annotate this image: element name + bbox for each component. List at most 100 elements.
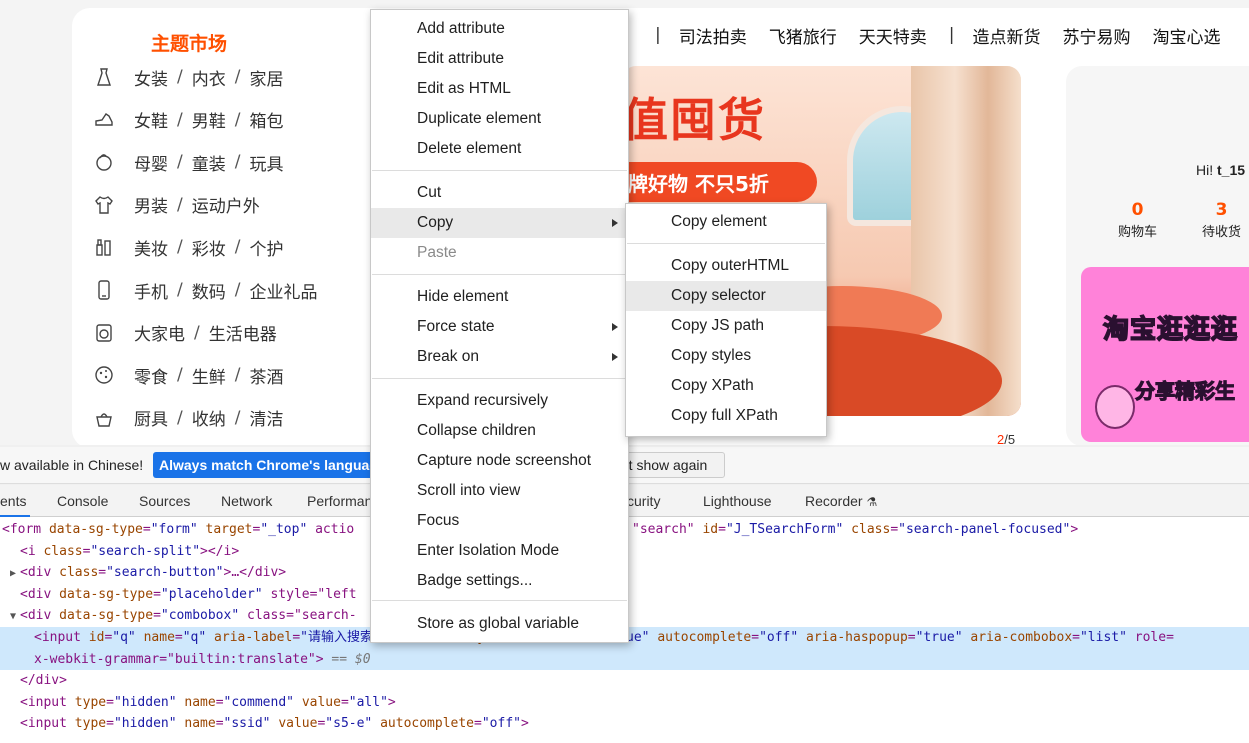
category-link[interactable]: 生活电器 [209, 320, 277, 345]
menu-item-label: Enter Isolation Mode [417, 542, 560, 559]
category-separator: / [194, 322, 200, 343]
category-row: 零食 / 生鲜 / 茶酒 [92, 362, 283, 388]
category-link[interactable]: 童装 [192, 150, 226, 175]
nav-divider: | [948, 25, 955, 45]
submenu-item-label: Copy selector [671, 287, 766, 304]
category-link[interactable]: 家居 [249, 65, 283, 90]
menu-item-enter-isolation-mode[interactable]: Enter Isolation Mode [371, 536, 628, 566]
menu-item-edit-as-html[interactable]: Edit as HTML [371, 74, 628, 104]
category-link[interactable]: 彩妆 [192, 235, 226, 260]
category-link[interactable]: 生鲜 [192, 363, 226, 388]
category-link[interactable]: 男装 [134, 192, 168, 217]
menu-item-collapse-children[interactable]: Collapse children [371, 416, 628, 446]
nav-link-travel[interactable]: 飞猪旅行 [769, 23, 837, 48]
expand-triangle-icon[interactable]: ▼ [10, 606, 20, 627]
guangguang-promo[interactable]: 淘宝逛逛逛 分享精彩生 [1081, 267, 1249, 442]
category-link[interactable]: 箱包 [249, 107, 283, 132]
expand-triangle-icon[interactable]: ▶ [10, 563, 20, 584]
category-link[interactable]: 母婴 [134, 150, 168, 175]
category-link[interactable]: 厨具 [134, 405, 168, 430]
menu-item-label: Edit as HTML [417, 80, 511, 97]
category-link[interactable]: 茶酒 [249, 363, 283, 388]
menu-item-break-on[interactable]: Break on [371, 342, 628, 372]
category-link[interactable]: 清洁 [249, 405, 283, 430]
menu-item-copy[interactable]: Copy [371, 208, 628, 238]
dom-tree-line[interactable]: x-webkit-grammar="builtin:translate"> ==… [0, 648, 1249, 671]
tab-recorder[interactable]: Recorder ⚗ [805, 493, 877, 509]
expand-triangle-icon [10, 671, 20, 692]
category-link[interactable]: 美妆 [134, 235, 168, 260]
submenu-item-copy-xpath[interactable]: Copy XPath [626, 371, 826, 401]
tab-network[interactable]: Network [221, 493, 272, 509]
dom-tree-line[interactable]: <input type="hidden" name="ssid" value="… [0, 713, 1249, 735]
submenu-item-copy-styles[interactable]: Copy styles [626, 341, 826, 371]
tab-elements[interactable]: ents [0, 485, 30, 517]
submenu-item-copy-outerhtml[interactable]: Copy outerHTML [626, 251, 826, 281]
pending-count: 3 [1215, 200, 1228, 220]
submenu-item-label: Copy styles [671, 347, 752, 364]
nav-link-auction[interactable]: 司法拍卖 [679, 23, 747, 48]
menu-item-delete-element[interactable]: Delete element [371, 134, 628, 164]
category-link[interactable]: 运动户外 [192, 192, 260, 217]
shoe-icon [92, 108, 116, 132]
cart-stat[interactable]: 0 购物车 [1118, 200, 1157, 240]
menu-item-store-as-global-variable[interactable]: Store as global variable [371, 609, 628, 639]
nav-link-suning[interactable]: 苏宁易购 [1062, 23, 1130, 48]
menu-item-edit-attribute[interactable]: Edit attribute [371, 44, 628, 74]
category-link[interactable]: 数码 [192, 278, 226, 303]
menu-item-hide-element[interactable]: Hide element [371, 282, 628, 312]
category-link[interactable]: 手机 [134, 278, 168, 303]
category-link[interactable]: 企业礼品 [249, 278, 317, 303]
kitchen-icon [92, 406, 116, 430]
tab-performance[interactable]: Performan [307, 493, 372, 509]
tab-security[interactable]: curity [627, 493, 660, 509]
category-separator: / [177, 407, 183, 428]
user-greeting: Hi! t_15 [1196, 162, 1245, 178]
tab-recorder-label: Recorder [805, 493, 863, 509]
pending-stat[interactable]: 3 待收货 [1202, 200, 1241, 240]
category-row: 手机 / 数码 / 企业礼品 [92, 277, 317, 303]
menu-item-force-state[interactable]: Force state [371, 312, 628, 342]
menu-item-label: Edit attribute [417, 50, 505, 67]
menu-item-duplicate-element[interactable]: Duplicate element [371, 104, 628, 134]
category-row: 母婴 / 童装 / 玩具 [92, 149, 283, 175]
submenu-arrow-icon [612, 353, 618, 361]
tab-console[interactable]: Console [57, 493, 108, 509]
menu-item-label: Force state [417, 318, 495, 335]
category-link[interactable]: 玩具 [249, 150, 283, 175]
category-link[interactable]: 内衣 [192, 65, 226, 90]
menu-separator [372, 600, 627, 601]
dom-tree-line[interactable]: </div> [0, 670, 1249, 692]
menu-item-focus[interactable]: Focus [371, 506, 628, 536]
menu-item-scroll-into-view[interactable]: Scroll into view [371, 476, 628, 506]
always-match-language-button[interactable]: Always match Chrome's language [153, 452, 373, 478]
category-link[interactable]: 零食 [134, 363, 168, 388]
category-link[interactable]: 收纳 [192, 405, 226, 430]
submenu-item-copy-selector[interactable]: Copy selector [626, 281, 826, 311]
menu-item-capture-node-screenshot[interactable]: Capture node screenshot [371, 446, 628, 476]
category-link[interactable]: 个护 [249, 235, 283, 260]
menu-item-badge-settings[interactable]: Badge settings... [371, 566, 628, 596]
menu-item-label: Focus [417, 512, 460, 529]
menu-item-expand-recursively[interactable]: Expand recursively [371, 386, 628, 416]
category-link[interactable]: 女装 [134, 65, 168, 90]
category-row: 女装 / 内衣 / 家居 [92, 64, 283, 90]
dom-tree-line[interactable]: <input type="hidden" name="commend" valu… [0, 692, 1249, 714]
category-link[interactable]: 男鞋 [192, 107, 226, 132]
nav-link-new-goods[interactable]: 造点新货 [972, 23, 1040, 48]
submenu-item-copy-element[interactable]: Copy element [626, 207, 826, 237]
tab-sources[interactable]: Sources [139, 493, 190, 509]
menu-item-label: Paste [417, 244, 457, 261]
category-link[interactable]: 大家电 [134, 320, 185, 345]
nav-link-daily-deals[interactable]: 天天特卖 [859, 23, 927, 48]
submenu-item-copy-full-xpath[interactable]: Copy full XPath [626, 401, 826, 431]
submenu-item-copy-js-path[interactable]: Copy JS path [626, 311, 826, 341]
dont-show-again-button[interactable]: 't show again [615, 452, 725, 478]
category-link[interactable]: 女鞋 [134, 107, 168, 132]
menu-item-add-attribute[interactable]: Add attribute [371, 14, 628, 44]
menu-separator [627, 243, 825, 244]
nav-link-xinxuan[interactable]: 淘宝心选 [1152, 23, 1220, 48]
tab-lighthouse[interactable]: Lighthouse [703, 493, 772, 509]
menu-item-cut[interactable]: Cut [371, 178, 628, 208]
submenu-arrow-icon [612, 323, 618, 331]
